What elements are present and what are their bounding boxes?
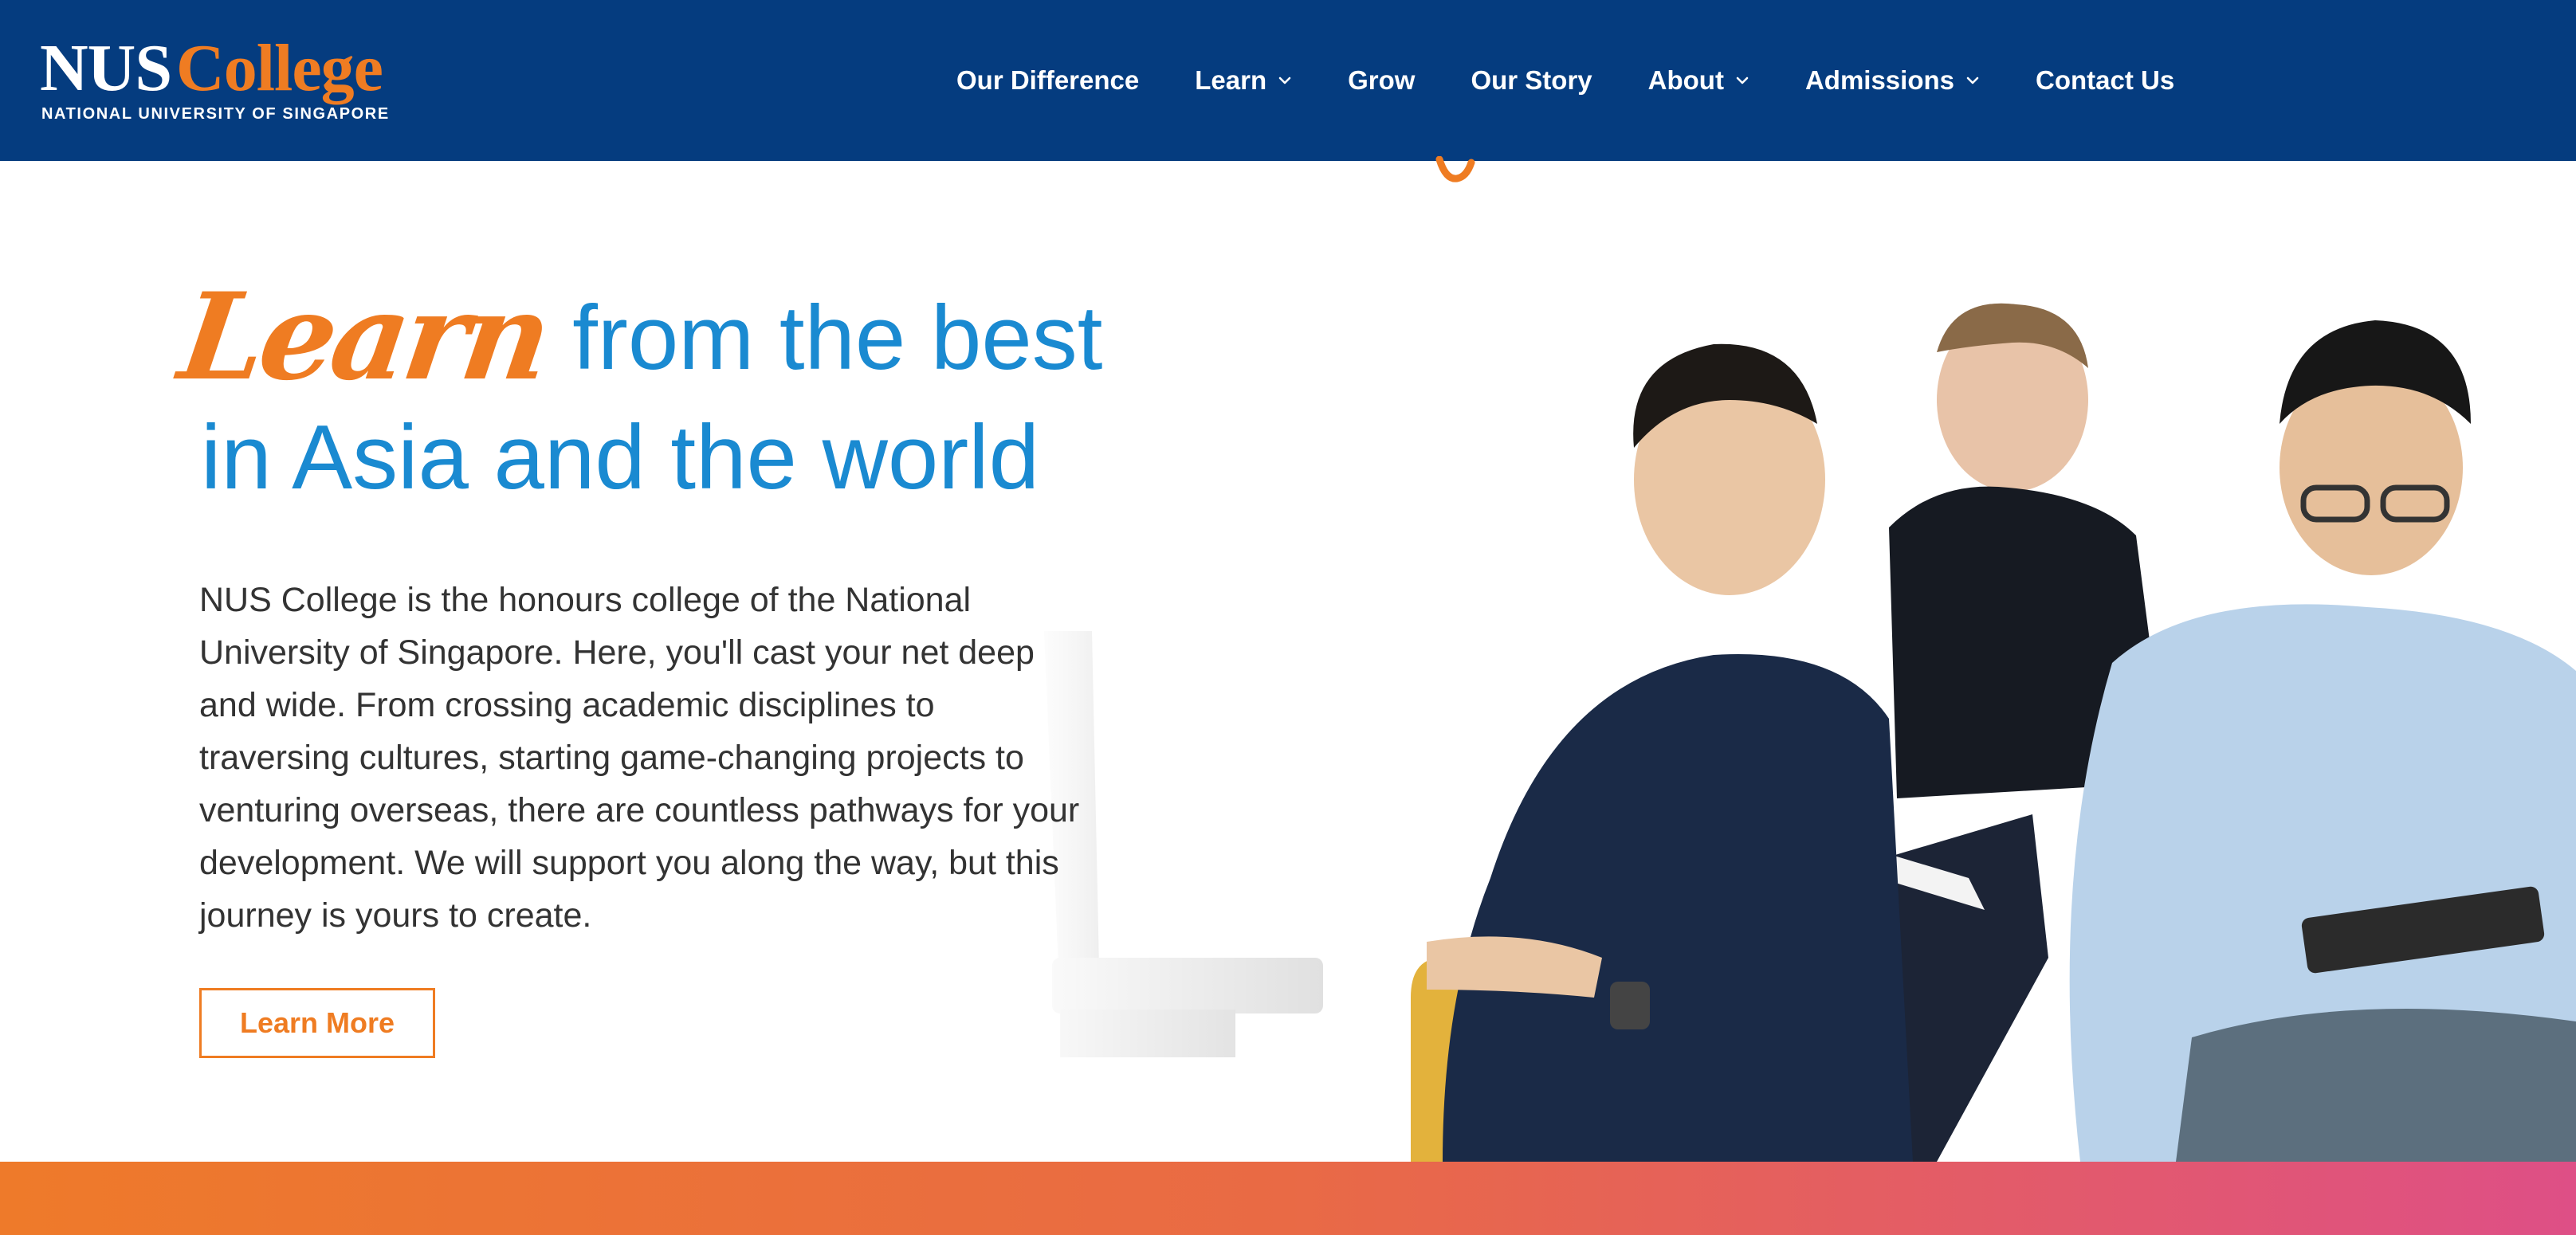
hero-students-photo	[996, 161, 2576, 1162]
chevron-down-icon	[1965, 73, 1980, 88]
nav-our-difference[interactable]: Our Difference	[956, 65, 1139, 96]
logo-nus-text: NUS	[40, 31, 172, 105]
nav-our-story[interactable]: Our Story	[1471, 65, 1592, 96]
nav-contact-us[interactable]: Contact Us	[2036, 65, 2174, 96]
hero-heading: Learn from the best in Asia and the worl…	[172, 255, 1138, 510]
logo-college-text: College	[176, 31, 383, 105]
nav-label: Grow	[1348, 65, 1416, 95]
learn-more-button[interactable]: Learn More	[199, 988, 435, 1058]
nav-label: Learn	[1195, 65, 1267, 95]
nav-about[interactable]: About	[1648, 65, 1749, 96]
nav-admissions[interactable]: Admissions	[1805, 65, 1980, 96]
site-header: NUSCollege NATIONAL UNIVERSITY OF SINGAP…	[0, 0, 2576, 161]
chevron-down-icon	[1735, 73, 1749, 88]
nav-grow[interactable]: Grow	[1348, 65, 1415, 96]
heading-line-1: from the best	[572, 288, 1103, 389]
bottom-gradient-band	[0, 1162, 2576, 1235]
main-nav: Our Difference Learn Grow Our Story Abou…	[956, 0, 2174, 161]
chevron-down-icon	[1278, 73, 1292, 88]
nus-college-logo[interactable]: NUSCollege NATIONAL UNIVERSITY OF SINGAP…	[40, 31, 388, 127]
hero-description: NUS College is the honours college of th…	[199, 581, 1080, 935]
nav-label: Contact Us	[2036, 65, 2175, 95]
nav-label: Our Difference	[956, 65, 1140, 95]
logo-subtitle: NATIONAL UNIVERSITY OF SINGAPORE	[41, 105, 390, 123]
nav-label: About	[1647, 65, 1724, 95]
nav-label: Our Story	[1471, 65, 1592, 95]
nav-learn[interactable]: Learn	[1195, 65, 1292, 96]
nav-label: Admissions	[1804, 65, 1954, 95]
heading-line-2: in Asia and the world	[201, 407, 1039, 508]
heading-script-word: Learn	[171, 267, 556, 407]
